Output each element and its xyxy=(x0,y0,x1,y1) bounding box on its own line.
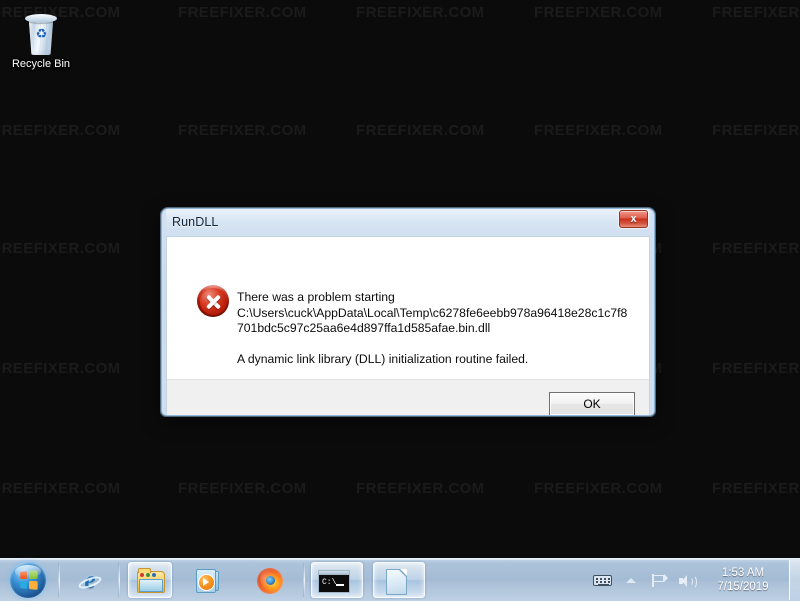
system-tray[interactable]: 1:53 AM 7/15/2019 xyxy=(589,559,800,601)
windows-start-orb-icon xyxy=(10,562,46,598)
watermark-text: FREEFIXER.COM xyxy=(534,122,663,139)
document-icon xyxy=(386,569,407,595)
watermark-text: FREEFIXER.COM xyxy=(178,480,307,497)
desktop-icon-recycle-bin[interactable]: ♻ Recycle Bin xyxy=(10,8,72,71)
message-line-4: A dynamic link library (DLL) initializat… xyxy=(237,351,529,366)
clock[interactable]: 1:53 AM 7/15/2019 xyxy=(701,566,785,594)
watermark-text: FREEFIXER.COM xyxy=(356,480,485,497)
dialog-message: There was a problem starting C:\Users\cu… xyxy=(237,290,637,367)
dialog-body: There was a problem starting C:\Users\cu… xyxy=(166,236,650,379)
error-icon xyxy=(197,285,229,317)
taskbar-divider xyxy=(303,563,305,597)
desktop-icon-label: Recycle Bin xyxy=(11,58,71,70)
dialog-title: RunDLL xyxy=(172,215,219,229)
internet-explorer-icon: e xyxy=(77,568,103,593)
action-center-flag-icon[interactable] xyxy=(647,568,671,592)
watermark-text: FREEFIXER.COM xyxy=(178,122,307,139)
watermark-text: FREEFIXER.COM xyxy=(0,360,121,377)
keyboard-icon[interactable] xyxy=(591,568,615,592)
message-line-1: There was a problem starting xyxy=(237,290,395,304)
taskbar-divider xyxy=(118,563,120,597)
firefox-icon xyxy=(257,568,283,594)
watermark-text: FREEFIXER.COM xyxy=(0,122,121,139)
taskbar[interactable]: e C:\ 1:53 AM 7/15/2019 xyxy=(0,558,800,601)
taskbar-item-internet-explorer[interactable]: e xyxy=(68,562,112,598)
rundll-error-dialog[interactable]: RunDLL x There was a problem starting C:… xyxy=(161,208,655,416)
watermark-text: FREEFIXER.COM xyxy=(712,240,800,257)
message-line-2: C:\Users\cuck\AppData\Local\Temp\c6278fe… xyxy=(237,305,628,320)
ok-button[interactable]: OK xyxy=(549,392,635,415)
watermark-text: FREEFIXER.COM xyxy=(356,122,485,139)
start-button[interactable] xyxy=(4,557,50,601)
show-hidden-icons-icon[interactable] xyxy=(619,568,643,592)
recycle-bin-icon: ♻ xyxy=(24,12,58,56)
taskbar-item-command-prompt[interactable]: C:\ xyxy=(311,562,363,598)
watermark-text: FREEFIXER.COM xyxy=(356,4,485,21)
watermark-text: FREEFIXER.COM xyxy=(712,360,800,377)
watermark-text: FREEFIXER.COM xyxy=(712,122,800,139)
dialog-footer: OK xyxy=(166,379,650,415)
dialog-titlebar[interactable]: RunDLL x xyxy=(166,209,650,236)
watermark-text: FREEFIXER.COM xyxy=(534,4,663,21)
taskbar-item-windows-media-player[interactable] xyxy=(186,562,230,598)
close-icon: x xyxy=(630,213,637,225)
show-desktop-button[interactable] xyxy=(789,560,800,600)
taskbar-item-document[interactable] xyxy=(373,562,425,598)
watermark-text: FREEFIXER.COM xyxy=(0,480,121,497)
watermark-text: FREEFIXER.COM xyxy=(712,4,800,21)
taskbar-item-file-explorer[interactable] xyxy=(128,562,172,598)
close-button[interactable]: x xyxy=(619,210,648,228)
windows-media-player-icon xyxy=(196,569,220,593)
watermark-text: FREEFIXER.COM xyxy=(712,480,800,497)
command-prompt-icon: C:\ xyxy=(318,570,350,593)
desktop[interactable]: FREEFIXER.COM FREEFIXER.COM FREEFIXER.COM F… xyxy=(0,0,800,558)
taskbar-item-firefox[interactable] xyxy=(248,562,292,598)
clock-time: 1:53 AM xyxy=(721,567,765,579)
clock-date: 7/15/2019 xyxy=(717,581,769,593)
file-explorer-icon xyxy=(137,568,165,593)
taskbar-divider xyxy=(58,563,60,597)
watermark-text: FREEFIXER.COM xyxy=(534,480,663,497)
watermark-text: FREEFIXER.COM xyxy=(178,4,307,21)
watermark-text: FREEFIXER.COM xyxy=(0,240,121,257)
volume-speaker-icon[interactable] xyxy=(675,568,699,592)
message-line-3: 701bdc5c97c25aa6e4d897ffa1d585afae.bin.d… xyxy=(237,321,491,335)
